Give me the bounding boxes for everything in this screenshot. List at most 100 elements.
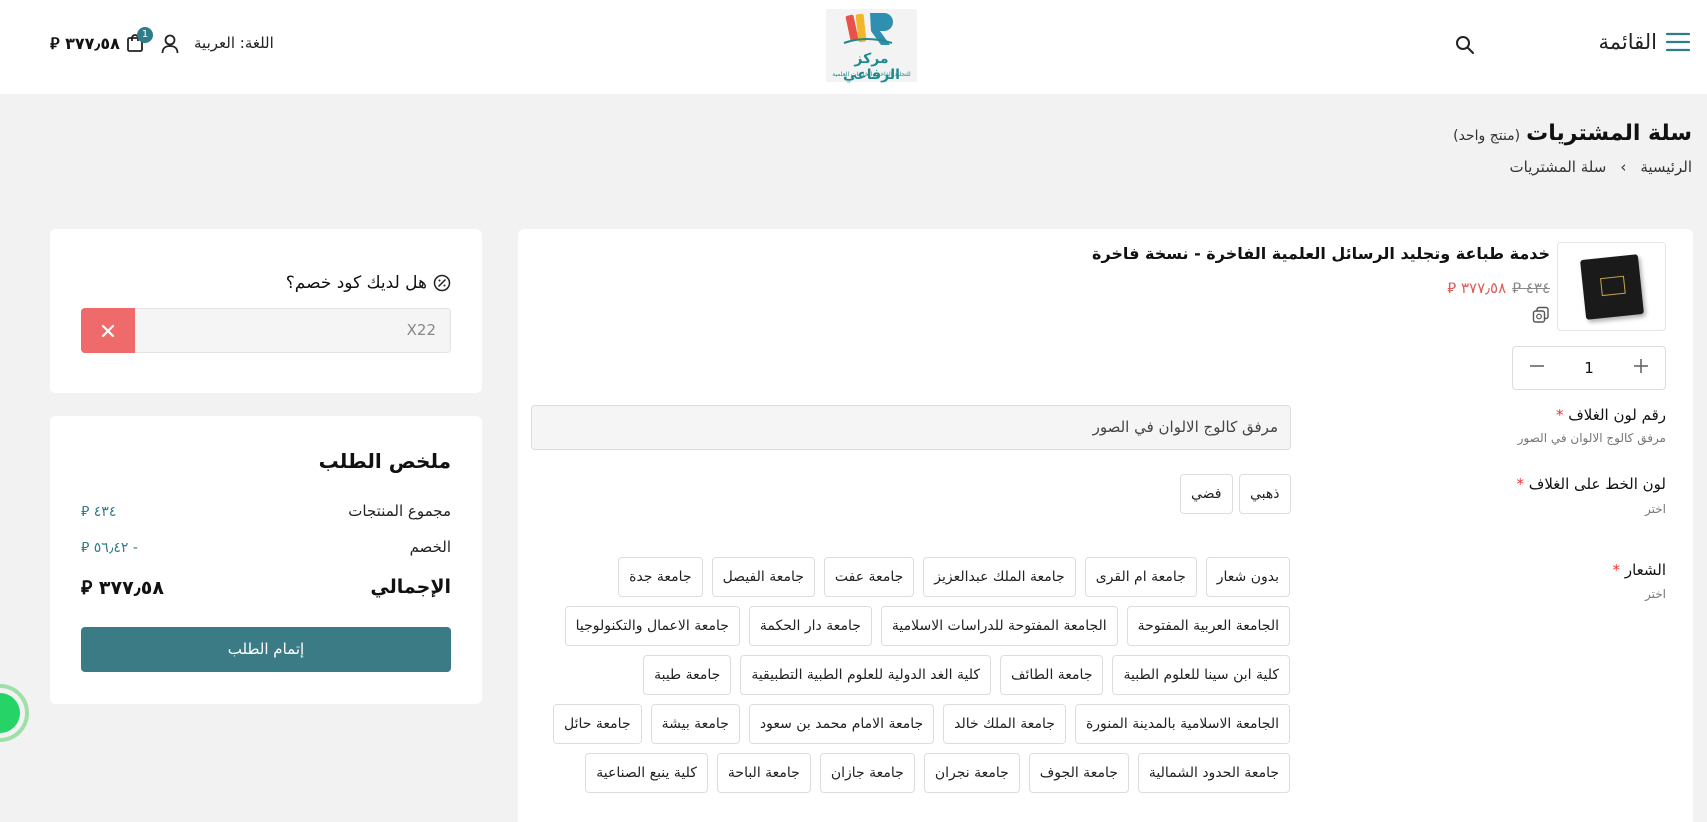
logo-option[interactable]: جامعة بيشة [650, 704, 740, 744]
logo-option[interactable]: جامعة الطائف [1000, 655, 1104, 695]
subtotal-row: مجموع المنتجات ٤٣٤ ⃁ [81, 502, 451, 520]
page-title: سلة المشتريات (منتج واحد) [1453, 121, 1692, 146]
quantity-stepper: 1 [1512, 346, 1666, 390]
required-marker: * [1612, 561, 1621, 579]
logo-hint: اختر [1645, 587, 1666, 601]
order-summary-title: ملخص الطلب [318, 449, 451, 473]
logo-option[interactable]: جامعة الملك عبدالعزيز [923, 557, 1076, 597]
cart-count-badge: 1 [137, 27, 153, 43]
logo-option[interactable]: كلية ينبع الصناعية [585, 753, 708, 793]
subtotal-value: ٤٣٤ ⃁ [81, 504, 117, 520]
logo-option[interactable]: كلية ابن سينا للعلوم الطبية [1112, 655, 1290, 695]
checkout-button[interactable]: إتمام الطلب [81, 627, 451, 672]
cover-color-label-text: رقم لون الغلاف [1568, 406, 1666, 424]
close-icon [101, 324, 115, 337]
total-value: ٣٧٧٫٥٨ ⃁ [81, 577, 164, 599]
breadcrumb-separator: › [1620, 158, 1627, 176]
remove-discount-button[interactable] [81, 308, 135, 353]
discount-row: الخصم - ٥٦٫٤٢ ⃁ [81, 538, 451, 556]
discount-code-input[interactable]: X22 [81, 308, 451, 353]
logo-option[interactable]: جامعة ام القرى [1084, 557, 1197, 597]
cart-item-count: (منتج واحد) [1453, 128, 1521, 144]
cover-color-field[interactable]: مرفق كالوج الالوان في الصور [531, 405, 1291, 450]
logo-option[interactable]: الجامعة الاسلامية بالمدينة المنورة [1074, 704, 1290, 744]
order-summary-card: ملخص الطلب مجموع المنتجات ٤٣٤ ⃁ الخصم - … [50, 416, 482, 704]
whatsapp-icon [0, 684, 29, 742]
hamburger-icon [1665, 32, 1691, 52]
cover-color-hint: مرفق كالوج الالوان في الصور [1517, 431, 1666, 445]
logo-option[interactable]: الجامعة المفتوحة للدراسات الاسلامية [880, 606, 1118, 646]
minus-icon [1530, 364, 1544, 367]
required-marker: * [1516, 475, 1525, 493]
old-price: ٤٣٤ ⃁ [1512, 279, 1550, 297]
discount-code-value: X22 [406, 321, 436, 339]
menu-label: القائمة [1598, 30, 1658, 54]
logo-option[interactable]: جامعة نجران [923, 753, 1020, 793]
logo-option[interactable]: جامعة الجوف [1028, 753, 1129, 793]
text-color-hint: اختر [1645, 502, 1666, 516]
logo-label: الشعار * [1613, 561, 1666, 579]
copy-icon [1532, 306, 1549, 323]
sale-price: ٣٧٧٫٥٨ ⃁ [1447, 279, 1507, 297]
logo-option[interactable]: جامعة الفيصل [711, 557, 815, 597]
product-thumbnail[interactable] [1557, 242, 1666, 331]
search-button[interactable] [1455, 35, 1475, 59]
product-image [1580, 254, 1644, 320]
logo-option[interactable]: جامعة طيبة [643, 655, 732, 695]
discount-question: هل لديك كود خصم؟ [286, 273, 451, 293]
quantity-value[interactable]: 1 [1584, 359, 1594, 377]
increase-quantity-button[interactable] [1631, 356, 1651, 381]
text-color-option-gold[interactable]: ذهبي [1239, 474, 1291, 514]
language-selector[interactable]: اللغة: العربية [194, 34, 274, 52]
site-logo[interactable]: مركز الرفاعي للتجليد الفاخر والخدمات الع… [826, 9, 917, 83]
total-row: الإجمالي ٣٧٧٫٥٨ ⃁ [81, 576, 451, 600]
whatsapp-float-button[interactable] [0, 671, 30, 756]
breadcrumb-current: سلة المشتريات [1509, 158, 1607, 176]
discount-value: - ٥٦٫٤٢ ⃁ [81, 540, 138, 556]
text-color-label: لون الخط على الغلاف * [1517, 475, 1666, 493]
text-color-label-text: لون الخط على الغلاف [1528, 475, 1666, 493]
text-color-option-silver[interactable]: فضي [1180, 474, 1233, 514]
breadcrumb: الرئيسية › سلة المشتريات [1510, 158, 1692, 176]
logo-option[interactable]: جامعة الباحة [716, 753, 811, 793]
logo-option[interactable]: جامعة الامام محمد بن سعود [748, 704, 935, 744]
decrease-quantity-button[interactable] [1527, 356, 1547, 381]
discount-badge-icon [433, 274, 451, 292]
product-title[interactable]: خدمة طباعة وتجليد الرسائل العلمية الفاخر… [1092, 244, 1550, 263]
logo-option[interactable]: جامعة الحدود الشمالية [1137, 753, 1290, 793]
discount-label: الخصم [409, 538, 451, 556]
logo-option[interactable]: جامعة حائل [553, 704, 642, 744]
page-title-text: سلة المشتريات [1526, 121, 1692, 146]
breadcrumb-home[interactable]: الرئيسية [1640, 158, 1692, 176]
discount-card: هل لديك كود خصم؟ X22 [50, 229, 482, 393]
menu-button[interactable]: القائمة [1599, 30, 1692, 54]
discount-question-text: هل لديك كود خصم؟ [285, 273, 427, 293]
logo-label-text: الشعار [1624, 561, 1666, 579]
user-icon [161, 34, 179, 54]
account-button[interactable] [161, 34, 179, 58]
book-logo-icon [843, 13, 893, 45]
logo-option[interactable]: جامعة عفت [823, 557, 915, 597]
search-icon [1456, 36, 1474, 54]
logo-option[interactable]: جامعة الملك خالد [943, 704, 1066, 744]
product-prices: ٤٣٤ ⃁ ٣٧٧٫٥٨ ⃁ [1447, 279, 1550, 298]
logo-title: مركز الرفاعي [843, 51, 900, 83]
logo-options: بدون شعار جامعة ام القرى جامعة الملك عبد… [530, 557, 1290, 793]
logo-option[interactable]: بدون شعار [1205, 557, 1290, 597]
required-marker: * [1555, 406, 1564, 424]
cover-color-label: رقم لون الغلاف * [1556, 406, 1666, 424]
subtotal-label: مجموع المنتجات [348, 502, 451, 520]
logo-option[interactable]: جامعة جدة [618, 557, 703, 597]
cart-total[interactable]: ٣٧٧٫٥٨ ⃁ [50, 34, 120, 54]
total-label: الإجمالي [370, 576, 451, 598]
logo-subtitle: للتجليد الفاخر والخدمات العلمية [832, 71, 911, 78]
logo-option[interactable]: جامعة الاعمال والتكنولوجيا [564, 606, 740, 646]
logo-option[interactable]: الجامعة العربية المفتوحة [1126, 606, 1290, 646]
cart-item-card: خدمة طباعة وتجليد الرسائل العلمية الفاخر… [518, 229, 1693, 822]
site-header: القائمة مركز الرفاعي للتجليد الفاخر والخ… [0, 0, 1707, 94]
logo-option[interactable]: جامعة دار الحكمة [748, 606, 872, 646]
logo-option[interactable]: كلية الغد الدولية للعلوم الطبية التطبيقي… [740, 655, 992, 695]
plus-icon [1633, 358, 1648, 373]
duplicate-item-button[interactable] [1532, 306, 1550, 328]
logo-option[interactable]: جامعة جازان [819, 753, 915, 793]
